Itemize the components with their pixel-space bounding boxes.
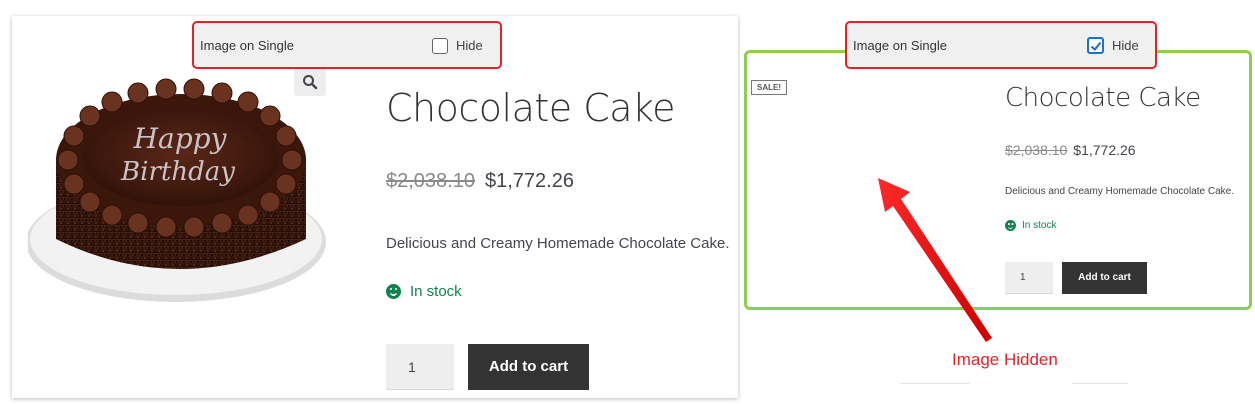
magnifier-icon [303, 75, 318, 90]
product-price: $2,038.10 $1,772.26 [1005, 142, 1136, 158]
hide-checkbox[interactable] [1087, 37, 1104, 54]
annotation-arrow [878, 178, 992, 342]
svg-text:Happy: Happy [133, 122, 228, 155]
svg-text:Birthday: Birthday [120, 157, 235, 187]
checkmark-icon [1090, 41, 1102, 51]
product-page-with-image: Happy Birthday Chocolate Cake $2,038.10 $… [12, 16, 738, 398]
setting-label: Image on Single [853, 38, 947, 53]
product-description: Delicious and Creamy Homemade Chocolate … [1005, 186, 1234, 197]
stock-label: In stock [410, 283, 462, 300]
setting-label: Image on Single [200, 38, 294, 53]
image-on-single-setting-unchecked: Image on Single Hide [192, 21, 502, 69]
stock-label: In stock [1022, 220, 1057, 231]
hide-option-label[interactable]: Hide [456, 38, 483, 53]
cake-illustration: Happy Birthday [26, 78, 326, 302]
sale-price: $1,772.26 [484, 170, 574, 192]
product-description: Delicious and Creamy Homemade Chocolate … [386, 235, 730, 252]
product-title: Chocolate Cake [386, 86, 676, 130]
quantity-input[interactable]: 1 [386, 344, 454, 390]
image-hidden-annotation: Image Hidden [952, 350, 1058, 369]
sale-price: $1,772.26 [1073, 142, 1136, 158]
divider [1072, 383, 1128, 384]
product-title: Chocolate Cake [1005, 83, 1201, 113]
add-to-cart-button[interactable]: Add to cart [1062, 262, 1147, 294]
divider [900, 383, 970, 384]
regular-price: $2,038.10 [386, 170, 475, 192]
zoom-button[interactable] [294, 68, 326, 96]
product-image[interactable]: Happy Birthday [26, 64, 340, 334]
add-to-cart-button[interactable]: Add to cart [468, 344, 589, 390]
smiley-icon [1005, 220, 1016, 231]
regular-price: $2,038.10 [1005, 142, 1068, 158]
hide-option-label[interactable]: Hide [1112, 38, 1139, 53]
sale-badge: SALE! [751, 80, 787, 95]
stock-status: In stock [386, 283, 462, 300]
smiley-icon [386, 284, 401, 299]
image-on-single-setting-checked: Image on Single Hide [845, 21, 1157, 69]
stock-status: In stock [1005, 220, 1056, 231]
quantity-input[interactable]: 1 [1005, 262, 1053, 294]
hide-checkbox[interactable] [432, 38, 448, 54]
product-price: $2,038.10 $1,772.26 [386, 170, 574, 193]
